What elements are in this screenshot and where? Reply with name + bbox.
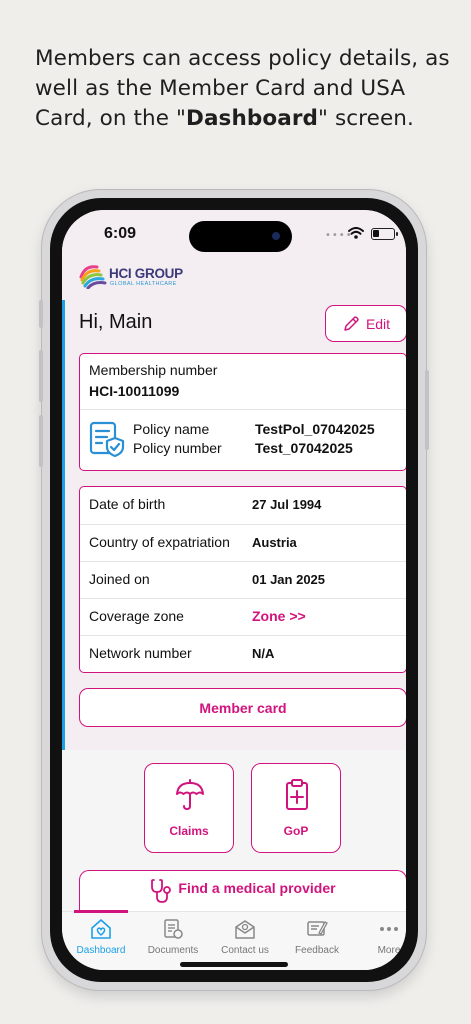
policy-number-value: Test_07042025	[255, 440, 353, 456]
gop-tile-button[interactable]: GoP	[251, 763, 341, 853]
phone-frame: 6:09 •••• HCI GROUP GLOBAL HEALTHCARE Hi…	[39, 190, 429, 990]
policy-number-label: Policy number	[133, 440, 222, 456]
claims-tile-label: Claims	[169, 824, 209, 838]
detail-row-country: Country of expatriation Austria	[80, 524, 406, 561]
edit-button[interactable]: Edit	[325, 305, 406, 342]
camera-icon	[272, 232, 280, 240]
tab-dashboard[interactable]: Dashboard	[65, 918, 137, 956]
edit-button-label: Edit	[365, 315, 391, 332]
member-card-button[interactable]: Member card	[79, 688, 406, 727]
phone-mute-button	[39, 300, 43, 328]
policy-name-value: TestPol_07042025	[255, 421, 375, 437]
claims-tile-button[interactable]: Claims	[144, 763, 234, 853]
phone-volume-up-button	[39, 350, 43, 402]
membership-card: Membership number HCI-10011099 Policy na…	[79, 353, 406, 471]
caption-bold: Dashboard	[186, 106, 319, 131]
gop-tile-label: GoP	[283, 824, 309, 838]
logo-tagline: GLOBAL HEALTHCARE	[110, 281, 177, 287]
tab-contact-us[interactable]: Contact us	[209, 918, 281, 956]
tab-feedback[interactable]: Feedback	[281, 918, 353, 956]
tab-documents[interactable]: Documents	[137, 918, 209, 956]
pencil-icon	[344, 315, 359, 331]
active-tab-indicator	[74, 910, 128, 913]
caption-text: Members can access policy details, as we…	[35, 46, 450, 131]
feedback-icon	[307, 921, 328, 936]
more-icon	[380, 927, 398, 931]
divider	[80, 409, 406, 410]
greeting-title: Hi, Main	[79, 311, 153, 333]
phone-bezel: 6:09 •••• HCI GROUP GLOBAL HEALTHCARE Hi…	[50, 198, 418, 982]
status-time: 6:09	[104, 225, 137, 242]
policy-name-label: Policy name	[133, 421, 210, 437]
left-accent-bar	[62, 300, 65, 750]
policy-document-icon	[89, 421, 125, 458]
membership-number-value: HCI-10011099	[89, 383, 180, 399]
coverage-zone-link[interactable]: Zone >>	[252, 608, 306, 624]
clipboard-plus-icon	[286, 779, 308, 810]
find-provider-label: Find a medical provider	[178, 880, 336, 896]
umbrella-icon	[176, 779, 204, 811]
dynamic-island	[189, 221, 292, 252]
battery-icon	[371, 228, 398, 240]
app-screen: 6:09 •••• HCI GROUP GLOBAL HEALTHCARE Hi…	[62, 210, 406, 970]
membership-number-label: Membership number	[89, 362, 218, 378]
home-icon	[91, 919, 111, 939]
documents-icon	[164, 919, 183, 939]
detail-row-coverage-zone: Coverage zone Zone >>	[80, 598, 406, 635]
wifi-icon	[348, 227, 364, 239]
detail-row-network-number: Network number N/A	[80, 635, 406, 672]
logo-name: HCI GROUP	[109, 266, 183, 281]
mail-icon	[235, 920, 255, 939]
phone-power-button	[425, 370, 429, 450]
status-bar: 6:09 ••••	[62, 210, 406, 260]
stethoscope-icon	[151, 879, 172, 903]
detail-row-joined-on: Joined on 01 Jan 2025	[80, 561, 406, 598]
tab-more[interactable]: More	[353, 918, 406, 956]
logo-swirl-icon	[79, 265, 107, 289]
detail-row-date-of-birth: Date of birth 27 Jul 1994	[89, 496, 322, 512]
phone-volume-down-button	[39, 415, 43, 467]
hci-logo: HCI GROUP GLOBAL HEALTHCARE	[79, 263, 189, 293]
member-details-card: Date of birth 27 Jul 1994 Country of exp…	[79, 486, 406, 673]
home-indicator	[180, 962, 288, 967]
